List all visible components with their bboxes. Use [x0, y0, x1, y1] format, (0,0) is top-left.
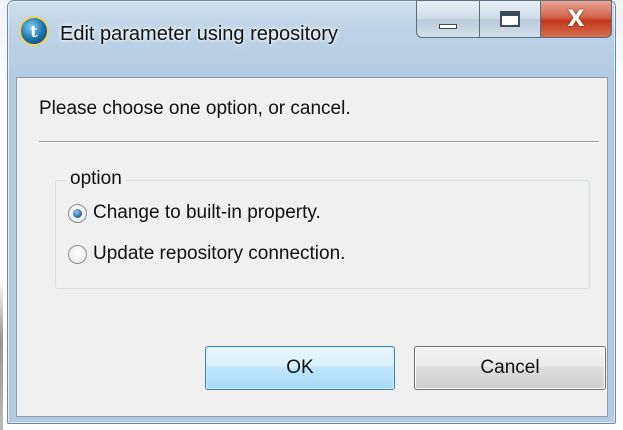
dialog-prompt: Please choose one option, or cancel.	[39, 98, 351, 119]
option-group-label: option	[66, 168, 126, 190]
close-icon: X	[567, 6, 585, 32]
option-group: option Change to built-in property. Upda…	[55, 168, 590, 289]
radio-button-unselected[interactable]	[68, 244, 87, 264]
cancel-button[interactable]: Cancel	[414, 346, 606, 390]
close-button[interactable]: X	[540, 0, 612, 38]
radio-button-selected[interactable]	[68, 203, 87, 223]
radio-option-built-in[interactable]: Change to built-in property.	[68, 202, 321, 224]
radio-option-update-connection[interactable]: Update repository connection.	[68, 243, 345, 265]
maximize-button[interactable]	[479, 0, 541, 38]
dialog-content: Please choose one option, or cancel. opt…	[16, 77, 608, 417]
app-icon[interactable]: t	[19, 16, 49, 46]
radio-label-built-in[interactable]: Change to built-in property.	[93, 202, 321, 224]
window-title: Edit parameter using repository	[60, 23, 338, 45]
dialog-window: t Edit parameter using repository X Plea…	[7, 0, 616, 424]
minimize-icon	[439, 23, 457, 29]
minimize-button[interactable]	[416, 0, 480, 38]
title-bar[interactable]: t Edit parameter using repository X	[8, 0, 615, 77]
separator	[39, 141, 599, 143]
radio-label-update-connection[interactable]: Update repository connection.	[93, 243, 345, 265]
radio-selected-dot	[73, 208, 82, 218]
maximize-icon	[500, 11, 520, 27]
app-icon-glyph: t	[30, 21, 38, 41]
background-edge	[0, 280, 3, 430]
ok-button[interactable]: OK	[205, 346, 395, 390]
